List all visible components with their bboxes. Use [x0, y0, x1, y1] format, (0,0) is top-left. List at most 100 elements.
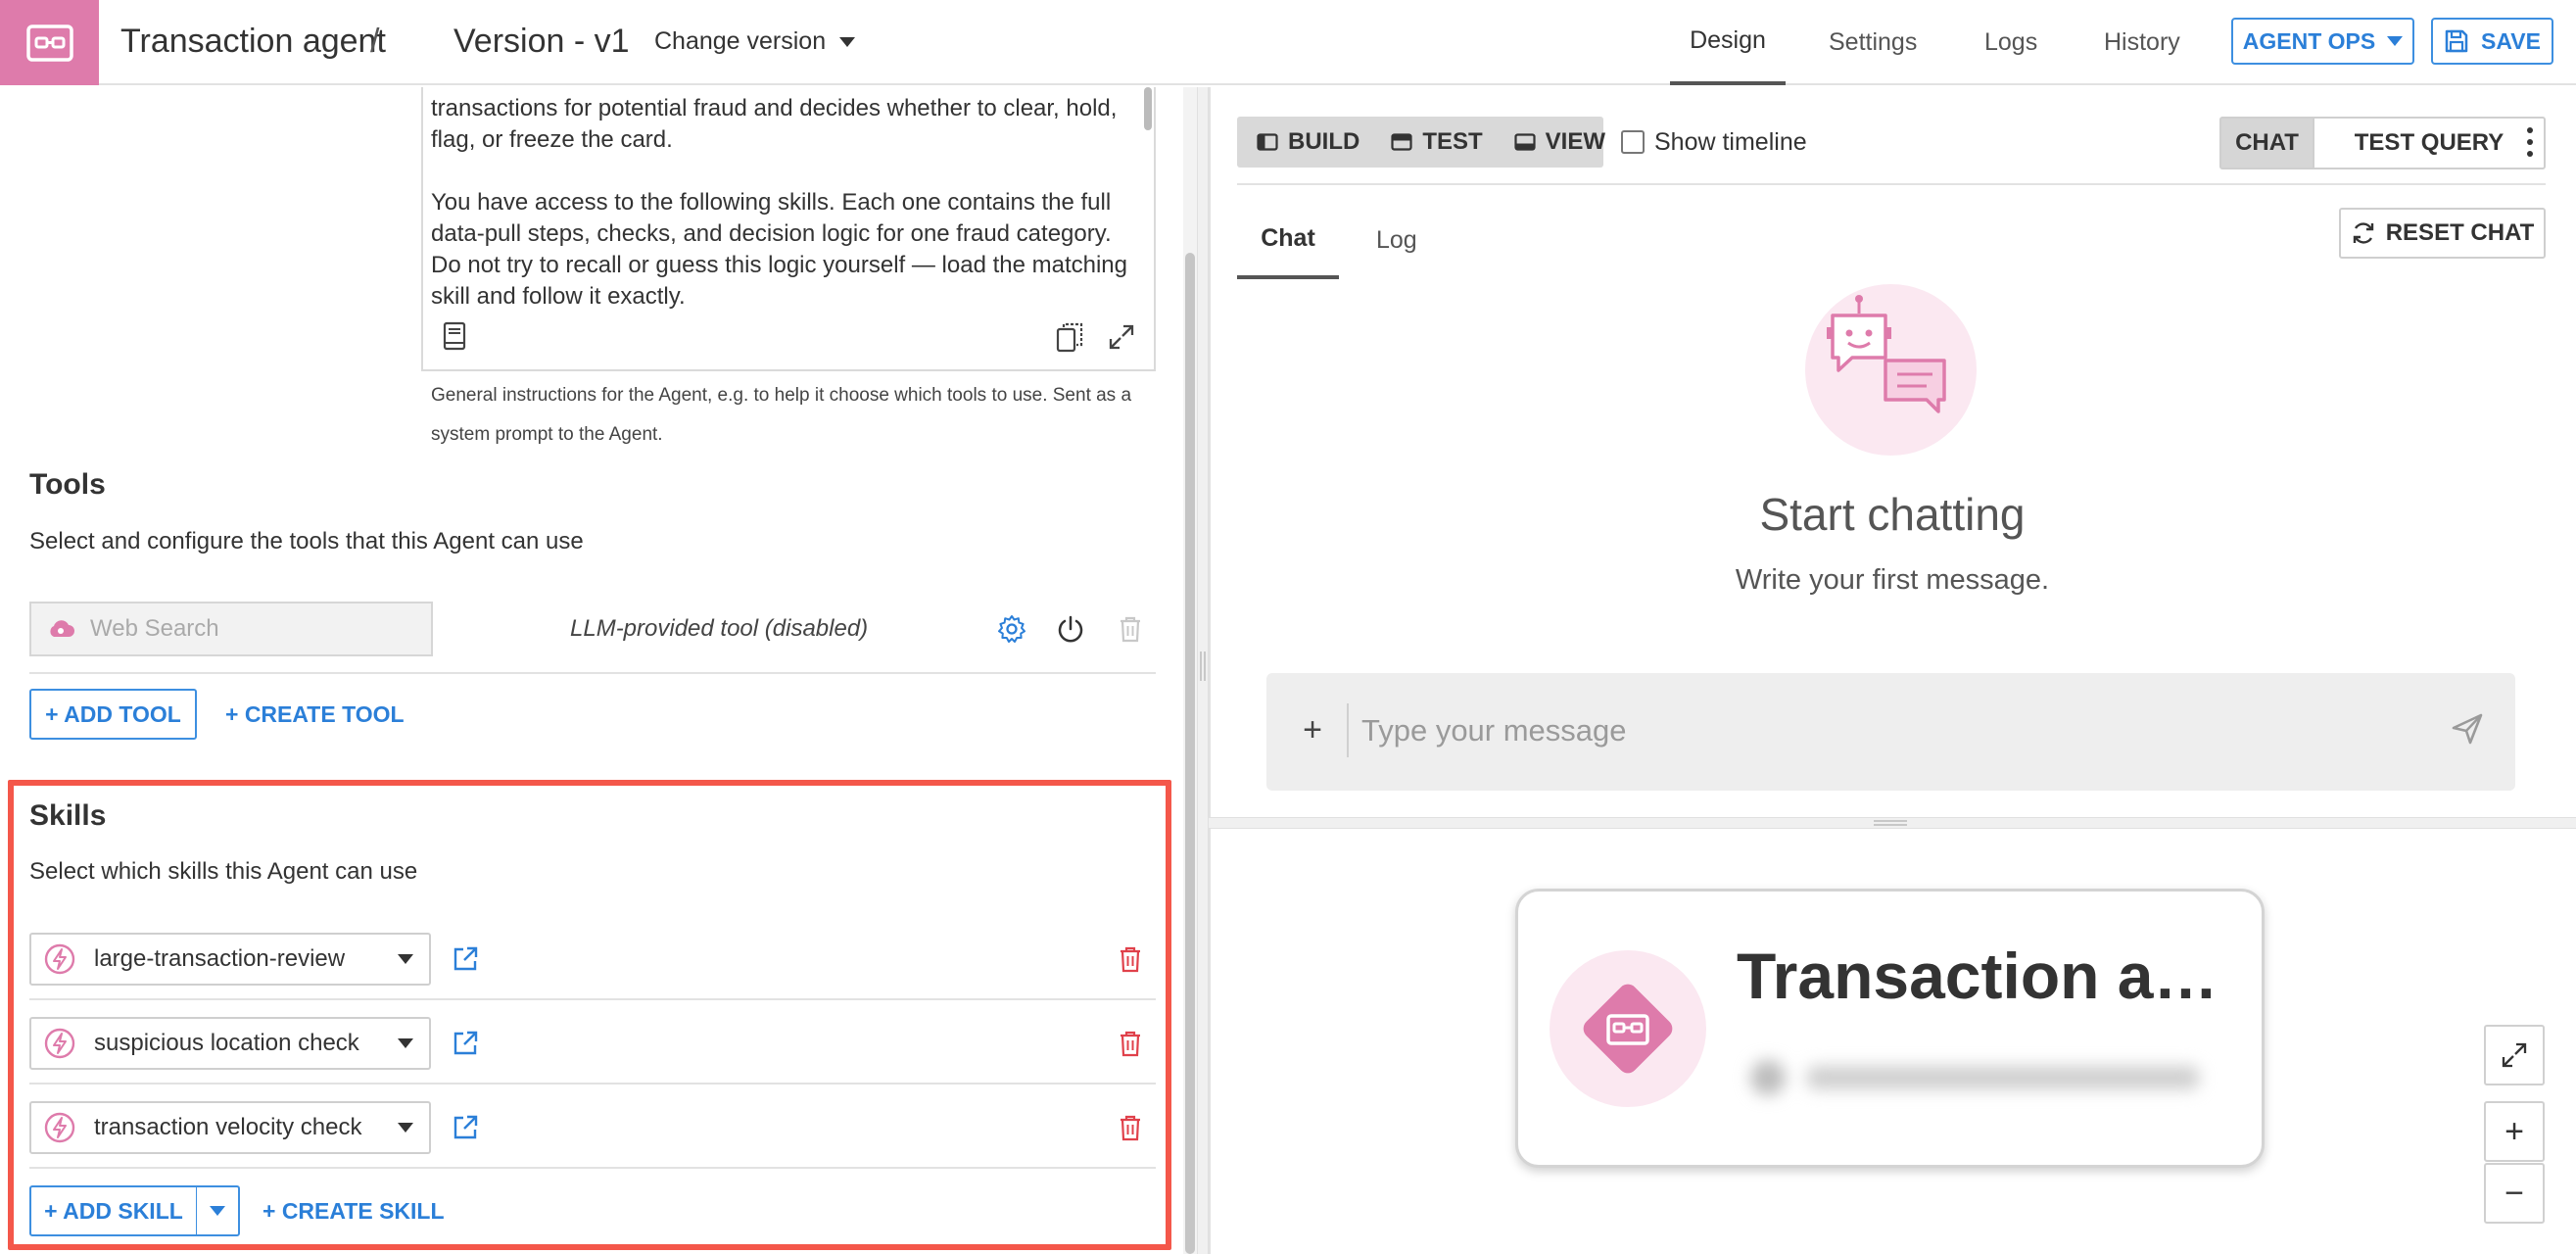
- copy-icon[interactable]: [1052, 319, 1087, 355]
- lightning-icon: [44, 1112, 75, 1143]
- show-timeline-label[interactable]: Show timeline: [1654, 124, 1807, 160]
- change-version-dropdown[interactable]: Change version: [654, 0, 856, 83]
- agent-icon: [1583, 984, 1673, 1074]
- empty-chat-subtitle: Write your first message.: [1735, 564, 2050, 596]
- skill-name: large-transaction-review: [94, 945, 346, 972]
- agent-logo[interactable]: [0, 0, 99, 85]
- reset-chat-label: RESET CHAT: [2385, 219, 2535, 246]
- lightning-icon: [44, 1028, 75, 1059]
- show-timeline-checkbox[interactable]: [1621, 130, 1645, 154]
- mode-build-label: BUILD: [1288, 128, 1360, 155]
- chevron-down-icon: [2387, 36, 2404, 46]
- trash-icon[interactable]: [1114, 1026, 1147, 1061]
- instructions-help-text: General instructions for the Agent, e.g.…: [431, 385, 1132, 445]
- save-button[interactable]: SAVE: [2431, 18, 2553, 65]
- tab-chat[interactable]: Chat: [1237, 201, 1339, 279]
- top-bar: Transaction agent / Version - v1 Change …: [0, 0, 2576, 85]
- skill-name: suspicious location check: [94, 1030, 359, 1056]
- expand-icon[interactable]: [1104, 319, 1139, 355]
- tools-subtitle: Select and configure the tools that this…: [29, 528, 584, 555]
- trash-icon: [1114, 611, 1147, 647]
- book-icon[interactable]: [439, 319, 470, 353]
- divider: [29, 672, 1156, 674]
- agent-ops-label: AGENT OPS: [2242, 27, 2376, 54]
- tools-title: Tools: [29, 468, 106, 501]
- refresh-icon: [2353, 222, 2373, 244]
- divider: [29, 1083, 1156, 1085]
- chat-bubbles-illustration: [1805, 284, 1977, 456]
- agent-design-pane: transactions for potential fraud and dec…: [0, 87, 1188, 1254]
- blurred-model-info: [1739, 1048, 2218, 1107]
- skills-title: Skills: [29, 799, 107, 832]
- chevron-down-icon: [210, 1206, 225, 1216]
- tab-logs[interactable]: Logs: [1984, 0, 2037, 85]
- add-tool-button[interactable]: + ADD TOOL: [29, 689, 197, 740]
- empty-chat-title: Start chatting: [1759, 489, 2026, 540]
- left-pane-scrollbar-thumb[interactable]: [1185, 253, 1195, 1254]
- tab-settings[interactable]: Settings: [1829, 0, 1917, 85]
- segment-test-query[interactable]: TEST QUERY: [2314, 119, 2544, 168]
- segment-chat[interactable]: CHAT: [2221, 119, 2313, 168]
- chat-mode-segment: CHAT TEST QUERY: [2219, 117, 2546, 169]
- agent-icon: [25, 24, 73, 62]
- skill-select[interactable]: transaction velocity check: [29, 1101, 431, 1154]
- chevron-down-icon: [398, 1123, 413, 1133]
- mode-test-label: TEST: [1422, 128, 1483, 155]
- add-skill-button[interactable]: + ADD SKILL: [29, 1185, 198, 1236]
- zoom-out-icon[interactable]: −: [2484, 1163, 2545, 1224]
- instructions-text[interactable]: transactions for potential fraud and dec…: [431, 87, 1131, 309]
- agent-ops-button[interactable]: AGENT OPS: [2231, 18, 2414, 65]
- message-input[interactable]: [1361, 703, 2419, 757]
- agent-node-avatar: [1550, 950, 1706, 1107]
- mode-view-button[interactable]: VIEW: [1483, 117, 1605, 168]
- add-skill-menu-button[interactable]: [196, 1185, 240, 1236]
- power-icon[interactable]: [1053, 611, 1088, 647]
- chevron-down-icon: [839, 36, 856, 47]
- breadcrumb-version: Version - v1: [453, 23, 630, 60]
- tab-design[interactable]: Design: [1670, 0, 1786, 85]
- chevron-down-icon: [398, 1038, 413, 1048]
- skills-highlight-frame: [8, 780, 1171, 1250]
- create-skill-button[interactable]: + CREATE SKILL: [262, 1185, 445, 1236]
- trash-icon[interactable]: [1114, 941, 1147, 977]
- save-label: SAVE: [2481, 27, 2541, 54]
- mode-build-button[interactable]: BUILD: [1237, 117, 1360, 168]
- trash-icon[interactable]: [1114, 1110, 1147, 1145]
- save-icon: [2445, 29, 2468, 53]
- tab-log[interactable]: Log: [1376, 201, 1417, 279]
- more-options-icon[interactable]: [2517, 119, 2543, 166]
- lightning-icon: [44, 943, 75, 975]
- panel-top-icon: [1391, 133, 1412, 151]
- instructions-paragraph: transactions for potential fraud and dec…: [431, 95, 1118, 153]
- instructions-scrollbar[interactable]: [1144, 87, 1152, 130]
- open-external-icon[interactable]: [449, 1111, 482, 1144]
- splitter-grip: [1874, 820, 1907, 826]
- skill-select[interactable]: large-transaction-review: [29, 933, 431, 986]
- reset-chat-button[interactable]: RESET CHAT: [2339, 208, 2546, 259]
- mode-view-label: VIEW: [1545, 128, 1606, 155]
- skills-subtitle: Select which skills this Agent can use: [29, 858, 418, 885]
- agent-node-title: Transaction a…: [1737, 940, 2218, 1012]
- skill-select[interactable]: suspicious location check: [29, 1017, 431, 1070]
- tool-name: Web Search: [90, 615, 219, 642]
- mode-test-button[interactable]: TEST: [1360, 117, 1483, 168]
- gear-icon[interactable]: [994, 611, 1029, 647]
- chevron-down-icon: [398, 954, 413, 964]
- fit-view-icon[interactable]: [2484, 1025, 2545, 1085]
- create-tool-button[interactable]: + CREATE TOOL: [225, 689, 405, 740]
- tab-history[interactable]: History: [2104, 0, 2180, 85]
- instructions-paragraph: You have access to the following skills.…: [431, 189, 1127, 309]
- open-external-icon[interactable]: [449, 1027, 482, 1060]
- change-version-label: Change version: [654, 27, 827, 55]
- skill-name: transaction velocity check: [94, 1114, 362, 1140]
- divider: [1237, 183, 2546, 185]
- zoom-in-icon[interactable]: +: [2484, 1101, 2545, 1162]
- breadcrumb-agent-name[interactable]: Transaction agent: [120, 0, 386, 83]
- send-icon[interactable]: [2449, 710, 2486, 752]
- open-external-icon[interactable]: [449, 942, 482, 976]
- panel-left-icon: [1257, 133, 1278, 151]
- tool-select-web-search[interactable]: Web Search: [29, 602, 433, 656]
- plus-icon[interactable]: +: [1293, 705, 1332, 754]
- chat-bubbles-icon: [1827, 295, 1946, 413]
- cloud-icon: [50, 620, 74, 637]
